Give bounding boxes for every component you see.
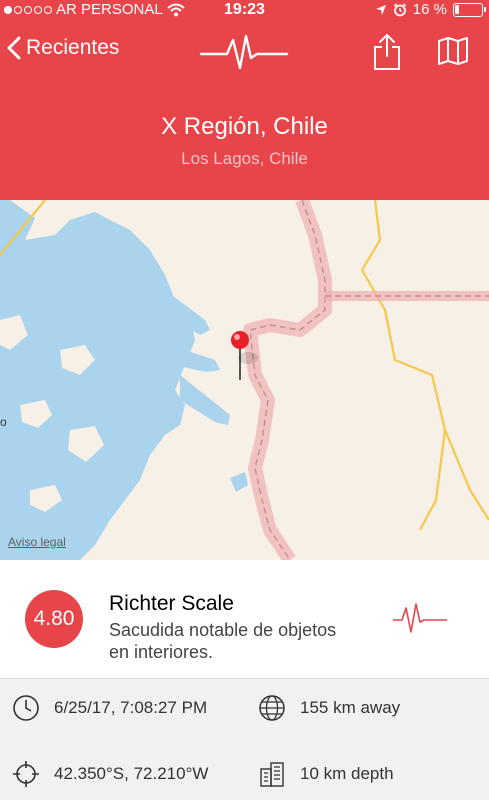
navigation-bar: Recientes <box>0 28 489 74</box>
battery-fill <box>455 4 459 14</box>
sea-water <box>0 200 195 560</box>
location-arrow-icon <box>375 4 386 15</box>
coordinates-row: 42.350°S, 72.210°W <box>12 760 208 788</box>
back-button[interactable]: Recientes <box>6 36 119 60</box>
scale-description: Sacudida notable de objetos en interiore… <box>109 620 337 662</box>
coordinates-value: 42.350°S, 72.210°W <box>54 764 209 783</box>
pulse-logo-icon <box>199 34 289 70</box>
legal-link[interactable]: Aviso legal <box>8 535 66 549</box>
details-section: 6/25/17, 7:08:27 PM 155 km away 42.350°S… <box>0 679 489 800</box>
status-bar: AR PERSONAL 19:23 16 % <box>0 0 489 22</box>
battery-percent: 16 % <box>412 1 447 18</box>
map-edge-label: o <box>0 415 7 429</box>
chevron-left-icon <box>7 36 21 60</box>
back-button-label: Recientes <box>26 36 120 59</box>
map-icon[interactable] <box>437 36 469 66</box>
clock-icon <box>13 695 39 721</box>
buildings-icon <box>260 762 284 787</box>
depth-row: 10 km depth <box>258 760 394 788</box>
distance-row: 155 km away <box>258 694 400 722</box>
quake-info-panel: 4.80 Richter Scale Sacudida notable de o… <box>0 560 489 800</box>
distance-value: 155 km away <box>300 698 401 717</box>
road-right-2 <box>443 429 489 521</box>
alarm-clock-icon <box>393 2 406 16</box>
map-view[interactable]: o Aviso legal <box>0 200 489 560</box>
border-glow <box>243 200 332 560</box>
magnitude-badge: 4.80 <box>25 590 83 648</box>
crosshair-icon <box>13 761 39 787</box>
header-bar: AR PERSONAL 19:23 16 % Recientes X Regió… <box>0 0 489 200</box>
globe-icon <box>259 695 285 721</box>
scale-title: Richter Scale <box>109 592 234 615</box>
fjord-inlet-3 <box>180 375 230 425</box>
status-right: 16 % <box>375 1 486 18</box>
map-canvas: o <box>0 200 489 560</box>
page-title: X Región, Chile <box>161 113 328 140</box>
page-subtitle: Los Lagos, Chile <box>181 149 308 168</box>
datetime-value: 6/25/17, 7:08:27 PM <box>54 698 208 717</box>
share-icon[interactable] <box>371 32 403 72</box>
depth-value: 10 km depth <box>300 764 394 783</box>
battery-icon <box>453 2 486 17</box>
road-right <box>360 200 447 531</box>
datetime-row: 6/25/17, 7:08:27 PM <box>12 694 207 722</box>
lake <box>230 472 248 492</box>
seismograph-icon <box>393 603 447 633</box>
